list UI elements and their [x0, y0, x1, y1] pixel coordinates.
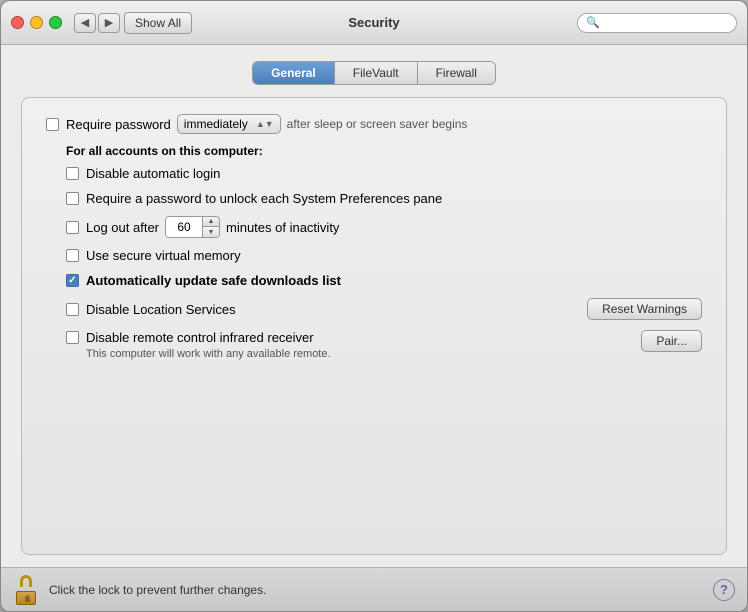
- titlebar: ◀ ▶ Show All Security 🔍: [1, 1, 747, 45]
- help-button[interactable]: ?: [713, 579, 735, 601]
- secure-vm-checkbox[interactable]: [66, 249, 79, 262]
- reset-warnings-button[interactable]: Reset Warnings: [587, 298, 702, 320]
- lock-icon[interactable]: [13, 575, 39, 605]
- require-unlock-label: Require a password to unlock each System…: [86, 191, 442, 206]
- forward-button[interactable]: ▶: [98, 13, 120, 33]
- logout-after-label: Log out after: [86, 220, 159, 235]
- step-down-button[interactable]: ▼: [203, 227, 219, 238]
- location-services-row: Disable Location Services Reset Warnings: [66, 298, 702, 320]
- logout-after-checkbox[interactable]: [66, 221, 79, 234]
- secure-vm-label: Use secure virtual memory: [86, 248, 241, 263]
- lock-shackle: [20, 575, 32, 587]
- search-input[interactable]: [604, 16, 728, 30]
- section-label: For all accounts on this computer:: [66, 144, 702, 158]
- logout-suffix-label: minutes of inactivity: [226, 220, 339, 235]
- logout-after-row: Log out after ▲ ▼ minutes of inactivity: [66, 216, 702, 238]
- tab-firewall[interactable]: Firewall: [418, 62, 495, 84]
- tab-general[interactable]: General: [253, 62, 335, 84]
- search-box[interactable]: 🔍: [577, 13, 737, 33]
- disable-login-row: Disable automatic login: [66, 166, 702, 181]
- step-up-button[interactable]: ▲: [203, 216, 219, 227]
- dropdown-arrow-icon: ▲▼: [256, 119, 274, 129]
- close-button[interactable]: [11, 16, 24, 29]
- disable-login-label: Disable automatic login: [86, 166, 220, 181]
- infrared-section: Disable remote control infrared receiver…: [66, 330, 702, 361]
- content: General FileVault Firewall Require passw…: [1, 45, 747, 567]
- require-unlock-row: Require a password to unlock each System…: [66, 191, 702, 206]
- require-unlock-checkbox[interactable]: [66, 192, 79, 205]
- dropdown-value: immediately: [184, 117, 248, 131]
- auto-update-row: Automatically update safe downloads list: [66, 273, 702, 288]
- show-all-button[interactable]: Show All: [124, 12, 192, 34]
- infrared-checkbox[interactable]: [66, 331, 79, 344]
- lock-keyhole: [25, 595, 30, 602]
- secure-vm-row: Use secure virtual memory: [66, 248, 702, 263]
- footer-lock-text: Click the lock to prevent further change…: [49, 583, 713, 597]
- search-icon: 🔍: [586, 16, 600, 29]
- pair-button[interactable]: Pair...: [641, 330, 702, 352]
- disable-login-checkbox[interactable]: [66, 167, 79, 180]
- dropdown-suffix-label: after sleep or screen saver begins: [287, 117, 468, 131]
- number-steppers: ▲ ▼: [202, 216, 219, 238]
- tab-group: General FileVault Firewall: [252, 61, 496, 85]
- auto-update-label: Automatically update safe downloads list: [86, 273, 341, 288]
- window-title: Security: [348, 15, 399, 30]
- tab-filevault[interactable]: FileVault: [335, 62, 418, 84]
- require-password-label: Require password: [66, 117, 171, 132]
- nav-buttons: ◀ ▶: [74, 13, 120, 33]
- infrared-row: Disable remote control infrared receiver…: [66, 330, 702, 361]
- tabs: General FileVault Firewall: [21, 61, 727, 85]
- maximize-button[interactable]: [49, 16, 62, 29]
- footer: Click the lock to prevent further change…: [1, 567, 747, 611]
- require-password-row: Require password immediately ▲▼ after sl…: [46, 114, 702, 134]
- traffic-lights: [11, 16, 62, 29]
- location-services-label: Disable Location Services: [86, 302, 236, 317]
- back-button[interactable]: ◀: [74, 13, 96, 33]
- location-services-checkbox[interactable]: [66, 303, 79, 316]
- infrared-label: Disable remote control infrared receiver: [86, 330, 314, 345]
- require-password-checkbox[interactable]: [46, 118, 59, 131]
- auto-update-checkbox[interactable]: [66, 274, 79, 287]
- logout-minutes-field[interactable]: ▲ ▼: [165, 216, 220, 238]
- panel: Require password immediately ▲▼ after sl…: [21, 97, 727, 555]
- minimize-button[interactable]: [30, 16, 43, 29]
- logout-minutes-input[interactable]: [166, 217, 202, 237]
- immediately-dropdown[interactable]: immediately ▲▼: [177, 114, 281, 134]
- lock-body: [16, 591, 36, 605]
- window: ◀ ▶ Show All Security 🔍 General FileVaul…: [0, 0, 748, 612]
- infrared-sub-text: This computer will work with any availab…: [86, 347, 346, 361]
